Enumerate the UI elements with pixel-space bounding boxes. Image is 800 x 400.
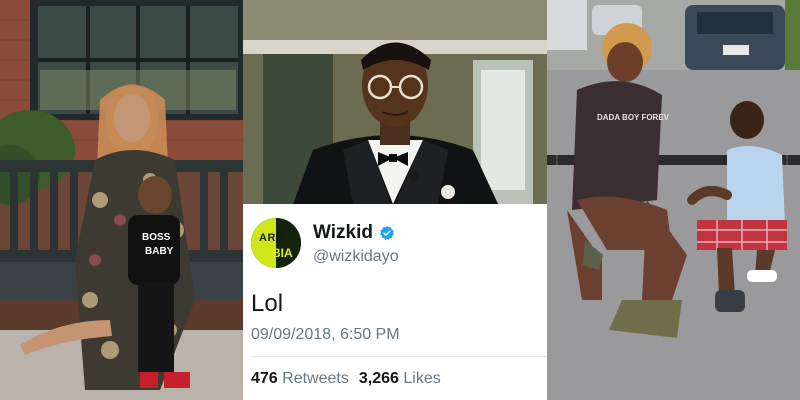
retweets-label: Retweets [282,370,349,387]
verified-badge-icon [380,226,394,240]
display-name[interactable]: Wizkid [313,222,373,244]
tweet-timestamp[interactable]: 09/09/2018, 6:50 PM [251,326,400,344]
shirt-text-boss: BOSS [142,232,171,243]
collage: BOSS BABY ARR BIA Wizkid @wizkidayo Lol … [0,0,800,400]
likes-stat[interactable]: 3,266 Likes [359,370,441,388]
divider [251,356,547,357]
retweets-count: 476 [251,370,278,387]
avatar-text-bottom: BIA [272,246,293,260]
name-row: Wizkid [313,222,395,244]
tweet-stats: 476 Retweets 3,266 Likes [251,370,441,388]
photo-woman-with-boy: DADA BOY FOREV [547,0,800,400]
tweet-text: Lol [251,290,284,317]
likes-label: Likes [403,370,441,387]
shirt-text-dada: DADA BOY FOREV [597,113,670,122]
user-handle[interactable]: @wizkidayo [313,248,399,266]
photo-woman-with-toddler: BOSS BABY [0,0,243,400]
likes-count: 3,266 [358,370,399,387]
shirt-text-baby: BABY [145,246,174,257]
avatar-text-top: ARR [259,232,285,244]
profile-avatar[interactable]: ARR BIA [251,218,301,268]
tweet-card: ARR BIA Wizkid @wizkidayo Lol 09/09/2018… [243,204,547,400]
photo-man-in-tuxedo [243,0,547,204]
retweets-stat[interactable]: 476 Retweets [251,370,349,388]
